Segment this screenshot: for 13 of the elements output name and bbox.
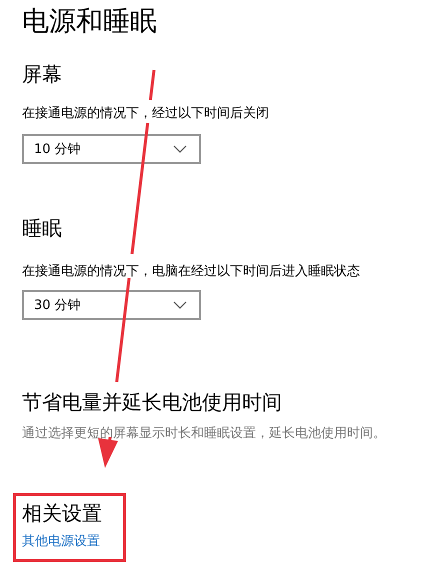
power-settings-link[interactable]: 其他电源设置 — [22, 533, 100, 551]
description-text: 通过选择更短的屏幕显示时长和睡眠设置，延长电池使用时间。 — [22, 425, 386, 443]
dropdown[interactable]: 30 分钟 — [22, 290, 201, 320]
dropdown[interactable]: 10 分钟 — [22, 134, 201, 164]
chevron-down-icon — [173, 145, 187, 153]
chevron-down-icon — [173, 301, 187, 309]
section-heading: 屏幕 — [22, 61, 62, 88]
section-heading: 相关设置 — [22, 500, 102, 527]
description-text: 在接通电源的情况下，电脑在经过以下时间后进入睡眠状态 — [22, 263, 360, 281]
section-heading: 睡眠 — [22, 215, 62, 242]
page-title: 电源和睡眠 — [22, 5, 157, 39]
section-heading: 节省电量并延长电池使用时间 — [22, 389, 282, 416]
description-text: 在接通电源的情况下，经过以下时间后关闭 — [22, 105, 269, 123]
